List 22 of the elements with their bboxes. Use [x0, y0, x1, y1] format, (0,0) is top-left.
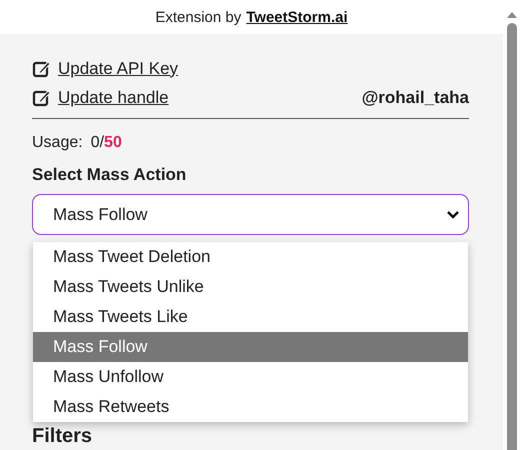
scrollbar-thumb[interactable]: [506, 23, 516, 450]
credit-text: Extension by: [155, 8, 242, 26]
dropdown-option[interactable]: Mass Retweets: [33, 392, 468, 422]
dropdown-option[interactable]: Mass Tweets Like: [33, 302, 468, 332]
credit-link[interactable]: TweetStorm.ai: [246, 8, 348, 26]
update-link[interactable]: Update API Key: [58, 58, 178, 78]
update-link[interactable]: Update handle: [58, 88, 169, 108]
scroll-up-icon[interactable]: [506, 10, 518, 20]
dropdown-option[interactable]: Mass Tweet Deletion: [33, 242, 468, 272]
edit-icon: [32, 88, 52, 108]
usage-count: 0/: [90, 134, 104, 152]
edit-icon: [32, 58, 52, 78]
section-heading: Select Mass Action: [32, 165, 188, 185]
chevron-down-icon: [446, 210, 460, 220]
action-select[interactable]: Mass Follow: [32, 194, 469, 235]
dropdown-option[interactable]: Mass Unfollow: [33, 362, 468, 392]
usage-label: Usage:: [32, 134, 83, 152]
dropdown-option[interactable]: Mass Follow: [33, 332, 468, 362]
usage-limit: 50: [104, 134, 122, 152]
user-handle: @rohail_taha: [362, 88, 469, 108]
section-heading: Filters: [32, 426, 94, 446]
dropdown-option[interactable]: Mass Tweets Unlike: [33, 272, 468, 302]
